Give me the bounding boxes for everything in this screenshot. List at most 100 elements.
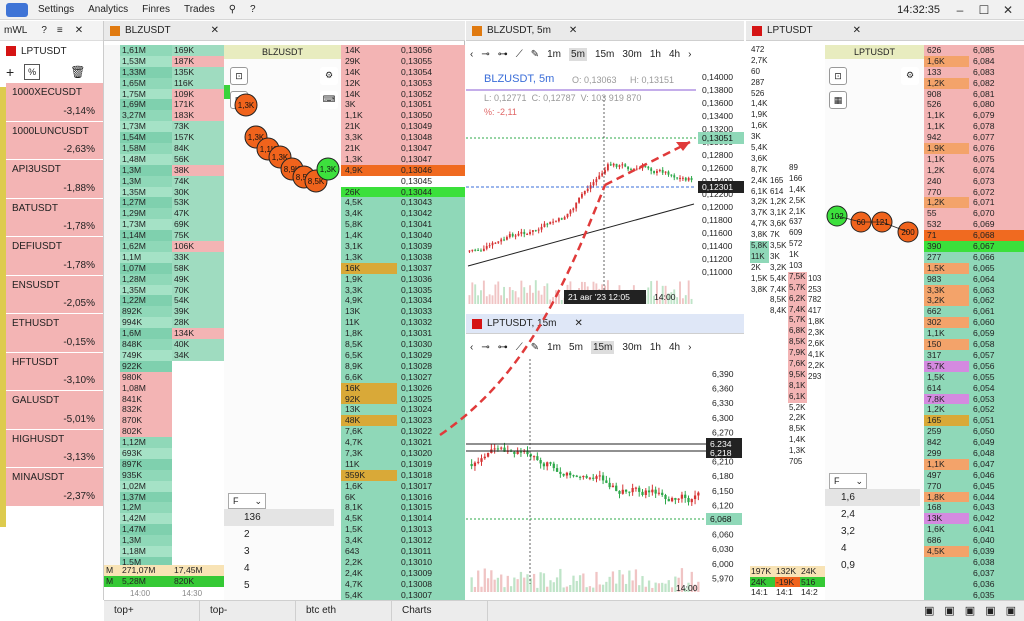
- dom-row[interactable]: 21K 0,13047: [341, 143, 465, 154]
- dom-row[interactable]: 643 0,13011: [341, 545, 465, 557]
- globe-icon[interactable]: ▣: [1006, 604, 1016, 617]
- save-icon[interactable]: ▣: [944, 604, 954, 617]
- dom-row[interactable]: 259 6,050: [924, 426, 1024, 438]
- help-icon[interactable]: ?: [41, 25, 47, 36]
- dom-row[interactable]: 390 6,067: [924, 241, 1024, 252]
- dom-row[interactable]: 908 6,081: [924, 88, 1024, 100]
- filter-option[interactable]: 4: [825, 540, 920, 557]
- dom-row[interactable]: 3,3K 0,13035: [341, 284, 465, 296]
- dom-row[interactable]: 1,9K 6,076: [924, 143, 1024, 154]
- dom-row[interactable]: 1,3K 0,13038: [341, 251, 465, 263]
- dom-row[interactable]: 7,6K 0,13022: [341, 426, 465, 438]
- dom-row[interactable]: 26K 0,13044: [341, 186, 465, 198]
- dom-row[interactable]: 4,9K 0,13046: [341, 164, 465, 176]
- watchlist-item[interactable]: ETHUSDT -0,15%: [6, 314, 103, 353]
- dom-row[interactable]: 770 6,045: [924, 480, 1024, 492]
- maximize-icon[interactable]: ☐: [976, 2, 992, 18]
- timeframe-1m[interactable]: 1m: [547, 49, 561, 60]
- dom-row[interactable]: 12K 0,13053: [341, 77, 465, 89]
- dom-row[interactable]: 1,2K 6,071: [924, 197, 1024, 209]
- dom-row[interactable]: 4,5K 0,13014: [341, 513, 465, 525]
- dom-row[interactable]: 3,1K 0,13039: [341, 241, 465, 252]
- hline-tool-icon[interactable]: ⊸: [481, 342, 489, 353]
- dom-row[interactable]: 1,1K 0,13050: [341, 110, 465, 122]
- segment-tool-icon[interactable]: ⊶: [498, 49, 508, 60]
- dom-row[interactable]: 626 6,085: [924, 45, 1024, 56]
- dom-row[interactable]: 16K 0,13026: [341, 382, 465, 394]
- chevron-right-icon[interactable]: ›: [688, 49, 691, 60]
- dom-row[interactable]: 1,2K 6,074: [924, 164, 1024, 176]
- dom-row[interactable]: 1,1K 6,075: [924, 153, 1024, 165]
- help-icon[interactable]: ?: [250, 4, 256, 15]
- dom-row[interactable]: 165 6,051: [924, 415, 1024, 427]
- timeframe-1h[interactable]: 1h: [650, 342, 661, 353]
- watchlist-item[interactable]: 1000LUNCUSDT -2,63%: [6, 121, 103, 160]
- dom-row[interactable]: 532 6,069: [924, 219, 1024, 231]
- ray-tool-icon[interactable]: ⟋: [516, 49, 523, 60]
- menu-settings[interactable]: Settings: [38, 4, 74, 15]
- dom-row[interactable]: 359K 0,13018: [341, 469, 465, 481]
- dom-row[interactable]: 0,13045: [341, 175, 465, 187]
- chevron-right-icon[interactable]: ›: [688, 342, 691, 353]
- menu-analytics[interactable]: Analytics: [88, 4, 128, 15]
- percent-icon[interactable]: %: [24, 64, 41, 80]
- dom-row[interactable]: 21K 0,13049: [341, 121, 465, 133]
- filter-dropdown[interactable]: F ⌄: [829, 473, 867, 489]
- dom-row[interactable]: 1,2K 6,052: [924, 404, 1024, 416]
- dom-row[interactable]: 686 6,040: [924, 535, 1024, 546]
- dom-row[interactable]: 48K 0,13023: [341, 415, 465, 427]
- watchlist-item[interactable]: ENSUSDT -2,05%: [6, 275, 103, 314]
- close-icon[interactable]: ✕: [574, 318, 582, 329]
- dom-row[interactable]: 1,3K 0,13047: [341, 153, 465, 165]
- dom-row[interactable]: 6,035: [924, 589, 1024, 601]
- dom-row[interactable]: 1,8K 6,044: [924, 491, 1024, 503]
- close-icon[interactable]: ✕: [211, 25, 219, 36]
- dom-row[interactable]: 92K 0,13025: [341, 393, 465, 405]
- watchlist-item[interactable]: MINAUSDT -2,37%: [6, 468, 103, 507]
- dom-row[interactable]: 1,1K 6,079: [924, 110, 1024, 122]
- chart1-tab[interactable]: BLZUSDT, 5m: [487, 25, 551, 36]
- dom-row[interactable]: 6,037: [924, 567, 1024, 579]
- bottom-tab-3[interactable]: Charts: [392, 601, 488, 621]
- dom-row[interactable]: 1,6K 6,084: [924, 55, 1024, 67]
- dom-row[interactable]: 4,7K 0,13021: [341, 437, 465, 448]
- dom-row[interactable]: 317 6,057: [924, 349, 1024, 361]
- watchlist-item[interactable]: DEFIUSDT -1,78%: [6, 237, 103, 276]
- blz-tab[interactable]: BLZUSDT: [125, 25, 171, 36]
- chevron-left-icon[interactable]: ‹: [470, 342, 473, 353]
- dom-row[interactable]: 7,8K 6,053: [924, 393, 1024, 405]
- filter-option[interactable]: 3,2: [825, 523, 920, 540]
- dom-row[interactable]: 942 6,077: [924, 132, 1024, 144]
- hline-tool-icon[interactable]: ⊸: [481, 49, 489, 60]
- dom-row[interactable]: 240 6,073: [924, 175, 1024, 187]
- timeframe-30m[interactable]: 30m: [622, 342, 641, 353]
- filter-option[interactable]: 136: [224, 509, 334, 526]
- minimize-icon[interactable]: –: [952, 2, 968, 18]
- dom-row[interactable]: 71 6,068: [924, 230, 1024, 242]
- dom-row[interactable]: 14K 0,13054: [341, 66, 465, 78]
- dom-row[interactable]: 3,3K 0,13048: [341, 132, 465, 144]
- watchlist-item[interactable]: HFTUSDT -3,10%: [6, 352, 103, 391]
- dom-row[interactable]: 4,5K 0,13043: [341, 197, 465, 209]
- dom-row[interactable]: 6,038: [924, 556, 1024, 568]
- dom-row[interactable]: 8,5K 0,13030: [341, 339, 465, 350]
- timeframe-1m[interactable]: 1m: [547, 342, 561, 353]
- timeframe-4h[interactable]: 4h: [669, 49, 680, 60]
- timeframe-4h[interactable]: 4h: [669, 342, 680, 353]
- dom-row[interactable]: 7,3K 0,13020: [341, 447, 465, 459]
- dom-row[interactable]: 1,1K 6,047: [924, 458, 1024, 470]
- dom-row[interactable]: 1,1K 6,059: [924, 328, 1024, 340]
- dom-row[interactable]: 8,1K 0,13015: [341, 502, 465, 514]
- close-icon[interactable]: ✕: [853, 25, 861, 36]
- dom-row[interactable]: 299 6,048: [924, 447, 1024, 459]
- filter-option[interactable]: 5: [224, 577, 334, 594]
- dom-row[interactable]: 6,036: [924, 578, 1024, 590]
- dom-row[interactable]: 3K 0,13051: [341, 99, 465, 111]
- dom-row[interactable]: 5,7K 6,056: [924, 360, 1024, 372]
- book-icon[interactable]: ▣: [985, 604, 995, 617]
- menu-finres[interactable]: Finres: [142, 4, 170, 15]
- dom-row[interactable]: 1,9K 0,13036: [341, 273, 465, 285]
- dom-row[interactable]: 662 6,061: [924, 306, 1024, 318]
- dom-row[interactable]: 1,5K 6,065: [924, 262, 1024, 274]
- dom-row[interactable]: 1,8K 0,13031: [341, 328, 465, 340]
